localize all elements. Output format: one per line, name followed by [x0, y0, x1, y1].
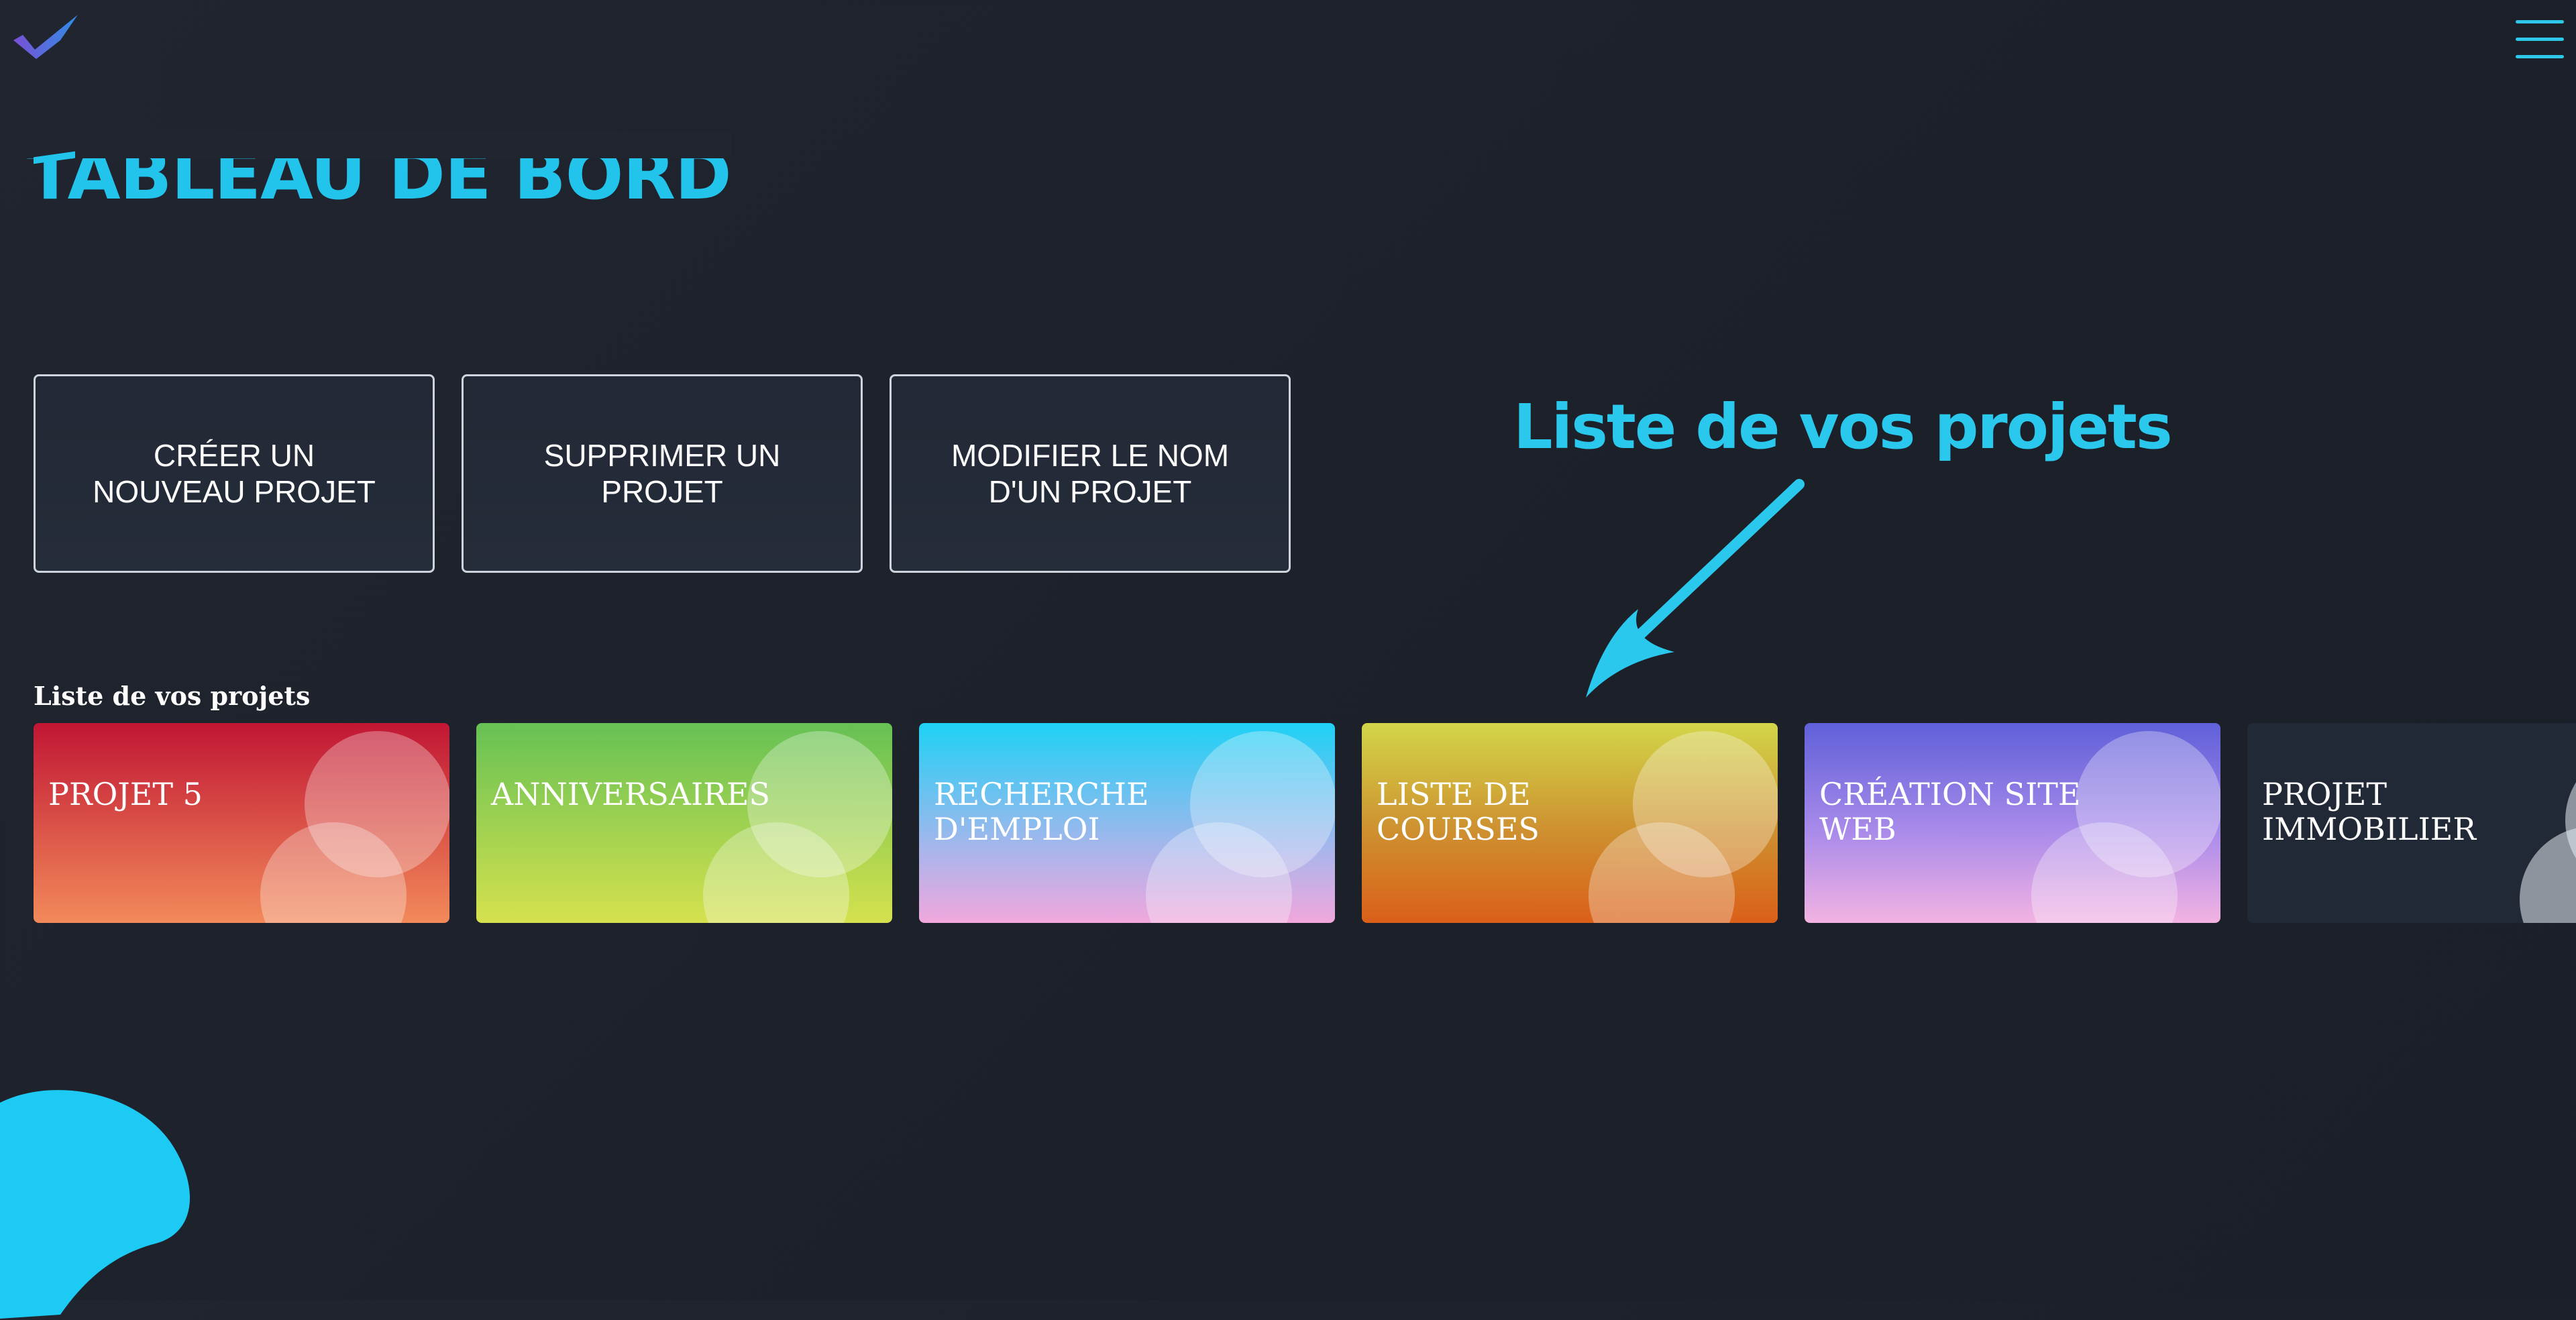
project-list: PROJET 5 ANNIVERSAIRES RECHERCHE D'EMPLO…	[34, 723, 2576, 923]
project-card-label: RECHERCHE D'EMPLOI	[934, 776, 1149, 847]
project-card[interactable]: RECHERCHE D'EMPLOI	[919, 723, 1335, 923]
menu-bar	[2516, 55, 2564, 58]
menu-bar	[2516, 38, 2564, 41]
project-card-label: LISTE DE COURSES	[1377, 776, 1540, 847]
annotation-text: Liste de vos projets	[1513, 391, 2173, 463]
delete-project-button[interactable]: SUPPRIMER UN PROJET	[462, 374, 863, 573]
project-card[interactable]: ANNIVERSAIRES	[476, 723, 892, 923]
arrow-down-left-icon	[1586, 479, 1805, 698]
project-card-label: CRÉATION SITE WEB	[1819, 776, 2081, 847]
project-card[interactable]: LISTE DE COURSES	[1362, 723, 1778, 923]
hamburger-menu-icon[interactable]	[2516, 20, 2564, 59]
project-card[interactable]: PROJET 5	[34, 723, 449, 923]
action-buttons: CRÉER UN NOUVEAU PROJET SUPPRIMER UN PRO…	[34, 374, 1291, 573]
project-card[interactable]: PROJET IMMOBILIER	[2247, 723, 2576, 923]
project-list-label: Liste de vos projets	[34, 681, 311, 711]
project-card-label: PROJET 5	[48, 776, 203, 812]
project-card-label: PROJET IMMOBILIER	[2262, 776, 2476, 847]
project-card[interactable]: CRÉATION SITE WEB	[1805, 723, 2220, 923]
page-title: TABLEAU DE BORD	[27, 131, 731, 212]
decorative-blob	[0, 1090, 190, 1319]
create-project-button[interactable]: CRÉER UN NOUVEAU PROJET	[34, 374, 435, 573]
logo-checkmark-icon[interactable]	[12, 11, 82, 62]
rename-project-button[interactable]: MODIFIER LE NOM D'UN PROJET	[890, 374, 1291, 573]
menu-bar	[2516, 20, 2564, 23]
project-card-label: ANNIVERSAIRES	[491, 776, 770, 812]
